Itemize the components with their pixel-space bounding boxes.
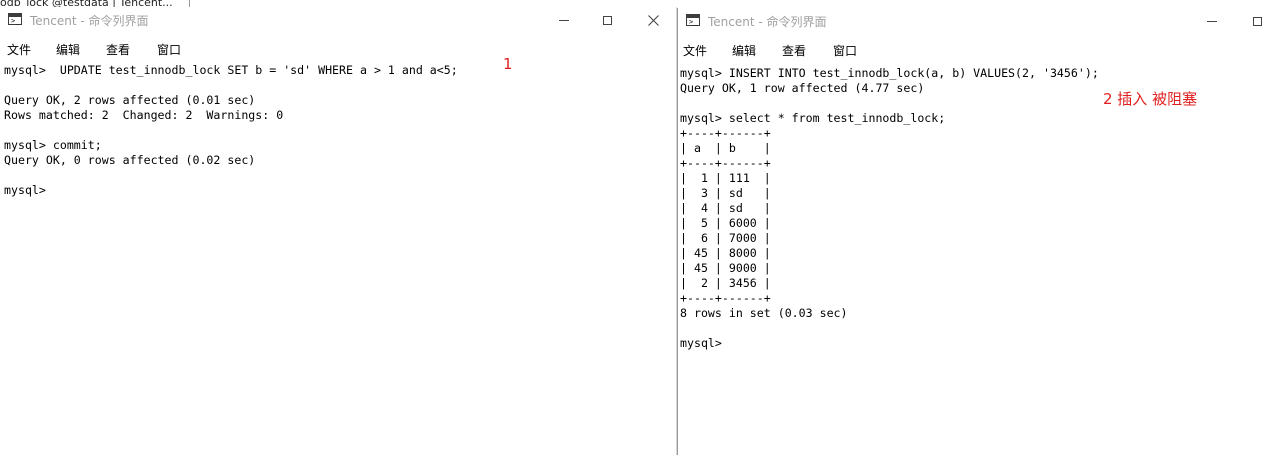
console-line: 8 rows in set (0.03 sec) bbox=[680, 306, 848, 320]
annotation-label: 1 bbox=[503, 55, 513, 73]
console-output[interactable]: mysql> INSERT INTO test_innodb_lock(a, b… bbox=[680, 66, 1267, 455]
menu-window[interactable]: 窗口 bbox=[833, 42, 857, 59]
console-line: mysql> commit; bbox=[4, 138, 102, 152]
menu-view[interactable]: 查看 bbox=[782, 42, 806, 59]
menu-window[interactable]: 窗口 bbox=[157, 41, 181, 58]
title-bar[interactable]: >_ Tencent - 命令列界面 bbox=[678, 8, 1267, 34]
console-line: +----+------+ bbox=[680, 291, 771, 305]
console-output[interactable]: mysql> UPDATE test_innodb_lock SET b = '… bbox=[4, 63, 676, 455]
console-line: | 6 | 7000 | bbox=[680, 231, 771, 245]
console-line: | 2 | 3456 | bbox=[680, 276, 771, 290]
menu-edit[interactable]: 编辑 bbox=[732, 42, 756, 59]
console-line: | 45 | 8000 | bbox=[680, 246, 771, 260]
console-line: | 5 | 6000 | bbox=[680, 216, 771, 230]
console-line: | a | b | bbox=[680, 141, 771, 155]
console-line: | 45 | 9000 | bbox=[680, 261, 771, 275]
menu-file[interactable]: 文件 bbox=[683, 42, 707, 59]
console-window-1[interactable]: >_ Tencent - 命令列界面 文件 编辑 查看 窗口 mysql> UP… bbox=[0, 7, 677, 455]
window-title: Tencent - 命令列界面 bbox=[708, 15, 827, 29]
console-line: +----+------+ bbox=[680, 126, 771, 140]
console-line: mysql> bbox=[4, 183, 46, 197]
close-button[interactable] bbox=[630, 7, 676, 33]
console-line: | 4 | sd | bbox=[680, 201, 771, 215]
menu-bar: 文件 编辑 查看 窗口 bbox=[0, 37, 676, 59]
minimize-button[interactable] bbox=[1189, 8, 1235, 34]
menu-bar: 文件 编辑 查看 窗口 bbox=[678, 38, 1267, 60]
console-line: mysql> UPDATE test_innodb_lock SET b = '… bbox=[4, 63, 458, 77]
terminal-icon: >_ bbox=[686, 14, 700, 26]
console-line: +----+------+ bbox=[680, 156, 771, 170]
console-line: Query OK, 2 rows affected (0.01 sec) bbox=[4, 93, 256, 107]
annotation-label: 2 插入 被阻塞 bbox=[1103, 90, 1198, 108]
title-bar[interactable]: >_ Tencent - 命令列界面 bbox=[0, 7, 676, 33]
console-line: | 1 | 111 | bbox=[680, 171, 771, 185]
console-line: Rows matched: 2 Changed: 2 Warnings: 0 bbox=[4, 108, 284, 122]
console-line: Query OK, 0 rows affected (0.02 sec) bbox=[4, 153, 256, 167]
maximize-button[interactable] bbox=[1234, 8, 1267, 34]
console-line: | 3 | sd | bbox=[680, 186, 771, 200]
menu-edit[interactable]: 编辑 bbox=[56, 41, 80, 58]
window-title: Tencent - 命令列界面 bbox=[30, 14, 149, 28]
maximize-button[interactable] bbox=[584, 7, 630, 33]
minimize-button[interactable] bbox=[541, 7, 587, 33]
console-line: mysql> bbox=[680, 336, 722, 350]
close-icon bbox=[647, 14, 659, 26]
console-line: mysql> INSERT INTO test_innodb_lock(a, b… bbox=[680, 66, 1099, 80]
menu-view[interactable]: 查看 bbox=[106, 41, 130, 58]
menu-file[interactable]: 文件 bbox=[7, 41, 31, 58]
console-line: mysql> select * from test_innodb_lock; bbox=[680, 111, 946, 125]
console-window-2[interactable]: >_ Tencent - 命令列界面 文件 编辑 查看 窗口 mysql> IN… bbox=[677, 8, 1267, 455]
terminal-icon: >_ bbox=[8, 13, 22, 25]
